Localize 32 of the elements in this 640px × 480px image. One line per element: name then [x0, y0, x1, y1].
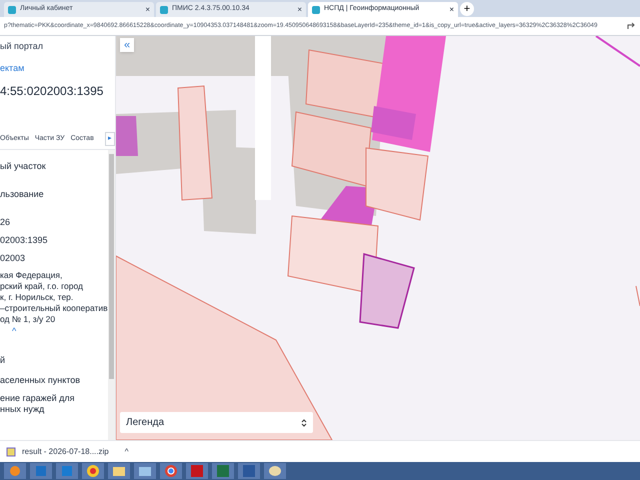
attribute-value: 02003:1395 [0, 234, 49, 246]
share-icon[interactable] [626, 21, 636, 31]
attribute-value: ение гаражей для [0, 392, 76, 403]
attribute-value: ый участок [0, 160, 47, 173]
attribute-value: нных нужд [0, 403, 46, 414]
map[interactable]: « Легенда [116, 36, 640, 440]
window-icon[interactable] [134, 463, 156, 479]
tab-favicon-icon [312, 6, 320, 14]
attribute-value: й [0, 354, 6, 367]
scrollbar[interactable] [108, 150, 115, 440]
close-button[interactable]: × [297, 4, 302, 16]
folder-icon[interactable] [108, 463, 130, 479]
collapse-panel-button[interactable]: « [120, 38, 134, 52]
download-item[interactable]: result - 2026-07-18....zip [22, 446, 109, 458]
close-button[interactable]: × [449, 4, 454, 16]
new-tab-button[interactable]: + [460, 2, 474, 16]
objects-link[interactable]: ектам [0, 62, 115, 76]
attribute-value: 26 [0, 216, 12, 228]
download-menu-toggle[interactable]: ^ [124, 446, 128, 458]
address-text: кая Федерация, рский край, г.о. город к, г. Норильск, тер. –строительный кооператив од № 1, з/у 20 [0, 270, 108, 324]
tab-favicon-icon [8, 6, 16, 14]
legend-dropdown[interactable]: Легенда [120, 412, 313, 433]
cadastral-number: 4:55:0202003:1395 [0, 82, 104, 100]
sort-arrows-icon [301, 418, 307, 428]
attribute-value: аселенных пунктов [0, 374, 82, 387]
attribute-value: льзование [0, 188, 45, 200]
attribute-value: 02003 [0, 252, 26, 264]
collapse-button[interactable]: ^ [12, 324, 20, 338]
archive-icon [6, 446, 16, 456]
portal-title: ый портал [0, 40, 44, 53]
tab-favicon-icon [160, 6, 168, 14]
close-button[interactable]: × [145, 4, 150, 16]
